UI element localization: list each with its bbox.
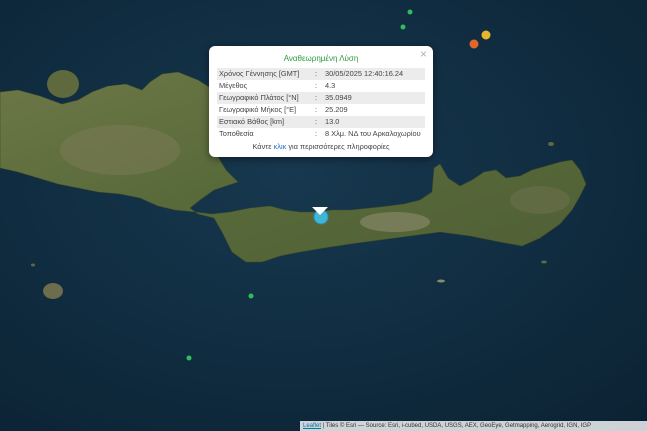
mountain-area: [360, 212, 430, 232]
map-attribution: Leaflet | Tiles © Esri — Source: Esri, i…: [300, 421, 647, 431]
island: [47, 70, 79, 98]
island: [541, 260, 547, 264]
separator: :: [315, 81, 318, 90]
location-value: 8 Χλμ. ΝΔ του Αρκαλοχωρίου: [325, 129, 421, 138]
quake-marker-green[interactable]: [186, 355, 192, 361]
info-table: Χρόνος Γέννησης [GMT] : 30/05/2025 12:40…: [217, 68, 425, 140]
popup-tip: [312, 207, 328, 215]
attribution-text: | Tiles © Esri — Source: Esri, i-cubed, …: [321, 423, 592, 429]
table-row: Εστιακό Βάθος [km] : 13.0: [217, 116, 425, 128]
quake-marker-green[interactable]: [248, 293, 254, 299]
table-row: Χρόνος Γέννησης [GMT] : 30/05/2025 12:40…: [217, 68, 425, 80]
longitude-value: 25.209: [325, 105, 348, 114]
mountain-area: [60, 125, 180, 175]
separator: :: [315, 105, 318, 114]
quake-marker-green[interactable]: [400, 24, 406, 30]
island: [437, 279, 445, 283]
depth-value: 13.0: [323, 116, 425, 128]
leaflet-link[interactable]: Leaflet: [303, 423, 321, 429]
origin-time-label: Χρόνος Γέννησης [GMT]: [217, 68, 313, 80]
quake-marker-orange[interactable]: [469, 39, 479, 49]
table-row: Γεωγραφικό Πλάτος [°N] : 35.0949: [217, 92, 425, 104]
latitude-value: 35.0949: [323, 92, 425, 104]
table-row: Γεωγραφικό Μήκος [°E] : 25.209: [217, 104, 425, 116]
island: [31, 263, 35, 267]
latitude-label: Γεωγραφικό Πλάτος [°N]: [217, 92, 313, 104]
island: [43, 283, 63, 299]
quake-marker-yellow[interactable]: [481, 30, 491, 40]
quake-marker-green[interactable]: [407, 9, 413, 15]
island: [548, 142, 554, 146]
earthquake-info-popup: × Αναθεωρημένη Λύση Χρόνος Γέννησης [GMT…: [209, 46, 433, 157]
depth-label: Εστιακό Βάθος [km]: [217, 116, 313, 128]
longitude-label: Γεωγραφικό Μήκος [°E]: [219, 105, 297, 114]
more-info-link[interactable]: κλικ: [274, 142, 287, 151]
more-info-suffix: για περισσότερες πληροφορίες: [286, 142, 390, 151]
map-view[interactable]: × Αναθεωρημένη Λύση Χρόνος Γέννησης [GMT…: [0, 0, 647, 431]
close-icon[interactable]: ×: [420, 48, 427, 60]
more-info-text: Κάντε κλικ για περισσότερες πληροφορίες: [217, 142, 425, 151]
separator: :: [315, 129, 318, 138]
table-row: Μέγεθος : 4.3: [217, 80, 425, 92]
separator: :: [313, 92, 323, 104]
location-label: Τοποθεσία: [219, 129, 254, 138]
origin-time-value: 30/05/2025 12:40:16.24: [323, 68, 425, 80]
magnitude-label: Μέγεθος: [219, 81, 248, 90]
separator: :: [313, 116, 323, 128]
separator: :: [313, 68, 323, 80]
more-info-prefix: Κάντε: [252, 142, 274, 151]
popup-title: Αναθεωρημένη Λύση: [283, 54, 359, 63]
mountain-area: [510, 186, 570, 214]
magnitude-value: 4.3: [325, 81, 336, 90]
table-row: Τοποθεσία : 8 Χλμ. ΝΔ του Αρκαλοχωρίου: [217, 128, 425, 140]
